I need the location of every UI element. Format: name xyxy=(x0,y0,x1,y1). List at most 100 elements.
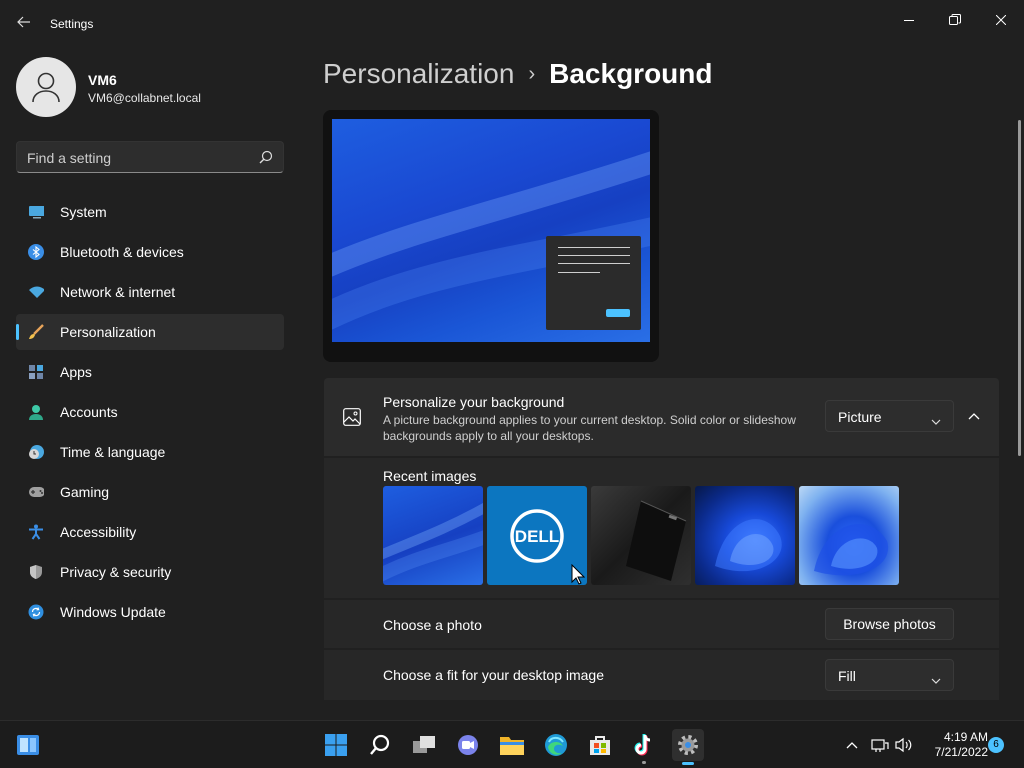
maximize-button[interactable] xyxy=(932,4,978,36)
sidebar-nav: System Bluetooth & devices Network & int… xyxy=(16,194,284,634)
sidebar-item-system[interactable]: System xyxy=(16,194,284,230)
sidebar-item-personalization[interactable]: Personalization xyxy=(16,314,284,350)
accounts-icon xyxy=(28,404,44,420)
preview-wallpaper xyxy=(332,119,650,342)
sidebar-item-label: Personalization xyxy=(60,324,156,340)
accessibility-icon xyxy=(28,524,44,540)
show-hidden-icons-button[interactable] xyxy=(842,735,862,755)
sidebar-item-windows-update[interactable]: Windows Update xyxy=(16,594,284,630)
sidebar-item-label: Apps xyxy=(60,364,92,380)
dell-logo-icon: DELL xyxy=(510,508,564,563)
sidebar-item-time-language[interactable]: Time & language xyxy=(16,434,284,470)
apps-icon xyxy=(28,364,44,380)
back-button[interactable] xyxy=(12,12,36,36)
wifi-icon xyxy=(28,284,44,300)
running-indicator xyxy=(642,761,646,764)
volume-button[interactable] xyxy=(894,735,914,755)
recent-image-dark-laptop[interactable] xyxy=(591,486,691,585)
close-button[interactable] xyxy=(978,4,1024,36)
sidebar-item-label: Network & internet xyxy=(60,284,176,300)
shield-icon xyxy=(28,564,44,580)
chevron-up-icon xyxy=(846,742,858,749)
task-view-button[interactable] xyxy=(408,729,440,761)
minimize-button[interactable] xyxy=(886,4,932,36)
recent-image-bloom-dark[interactable] xyxy=(695,486,795,585)
background-type-dropdown[interactable]: Picture xyxy=(825,400,954,432)
background-settings-header[interactable]: Personalize your background A picture ba… xyxy=(324,378,999,456)
chat-icon xyxy=(458,735,478,755)
folder-icon xyxy=(500,737,524,755)
app-title: Settings xyxy=(50,17,94,31)
sidebar-item-label: Time & language xyxy=(60,444,166,460)
user-name: VM6 xyxy=(88,72,117,88)
taskbar-settings-widget[interactable] xyxy=(12,729,44,761)
fit-dropdown[interactable]: Fill xyxy=(825,659,954,691)
recent-image-blue-waves[interactable] xyxy=(383,486,483,585)
setting-description: A picture background applies to your cur… xyxy=(383,413,796,443)
search-icon xyxy=(370,734,390,755)
search-input[interactable] xyxy=(27,148,247,168)
setting-title: Personalize your background xyxy=(383,394,565,410)
fit-label: Choose a fit for your desktop image xyxy=(383,667,605,683)
settings-taskbar-button[interactable] xyxy=(672,729,704,765)
scrollbar[interactable] xyxy=(1018,120,1021,456)
choose-photo-label: Choose a photo xyxy=(383,617,482,633)
store-button[interactable] xyxy=(584,729,616,761)
teams-chat-button[interactable] xyxy=(452,729,484,761)
gear-icon xyxy=(678,735,698,755)
title-bar: Settings xyxy=(0,0,1024,48)
widgets-icon xyxy=(17,735,39,755)
sidebar-item-network[interactable]: Network & internet xyxy=(16,274,284,310)
sidebar-item-accounts[interactable]: Accounts xyxy=(16,394,284,430)
picture-icon xyxy=(343,408,361,431)
sidebar-item-label: Windows Update xyxy=(60,604,166,620)
edge-browser-icon xyxy=(545,734,567,756)
network-status-button[interactable] xyxy=(870,735,890,755)
recent-images-label: Recent images xyxy=(383,468,477,484)
preview-line xyxy=(558,255,630,256)
breadcrumb-separator: › xyxy=(528,63,536,85)
preview-line xyxy=(558,247,630,248)
restore-icon xyxy=(949,14,961,25)
taskbar-search-button[interactable] xyxy=(364,729,396,761)
page-title: Background xyxy=(549,58,713,89)
search-box[interactable] xyxy=(16,141,284,173)
minimize-icon xyxy=(904,20,914,21)
sidebar-item-accessibility[interactable]: Accessibility xyxy=(16,514,284,550)
speaker-icon xyxy=(895,737,912,753)
tiktok-icon xyxy=(634,734,651,756)
mouse-cursor xyxy=(571,564,585,585)
collapse-button[interactable] xyxy=(962,404,986,428)
brush-icon xyxy=(28,324,44,340)
clock-globe-icon xyxy=(28,444,44,460)
browse-photos-button[interactable]: Browse photos xyxy=(825,608,954,640)
start-button[interactable] xyxy=(320,729,352,761)
bluetooth-icon xyxy=(28,244,44,260)
recent-images-list: DELL xyxy=(383,486,899,585)
preview-line xyxy=(558,263,630,264)
recent-image-bloom-light[interactable] xyxy=(799,486,899,585)
sidebar-item-apps[interactable]: Apps xyxy=(16,354,284,390)
edge-button[interactable] xyxy=(540,729,572,761)
tiktok-button[interactable] xyxy=(628,729,660,764)
update-icon xyxy=(28,604,44,620)
windows-logo-icon xyxy=(325,734,347,756)
chevron-down-icon xyxy=(931,412,941,430)
avatar[interactable] xyxy=(16,57,76,117)
preview-window xyxy=(546,236,641,330)
sidebar-item-privacy[interactable]: Privacy & security xyxy=(16,554,284,590)
close-icon xyxy=(996,15,1006,25)
task-view-icon xyxy=(413,736,435,753)
gamepad-icon xyxy=(28,484,44,500)
sidebar-item-label: Gaming xyxy=(60,484,110,500)
active-indicator xyxy=(682,762,694,765)
notification-badge[interactable]: 6 xyxy=(988,737,1004,753)
breadcrumb-parent[interactable]: Personalization xyxy=(323,58,514,89)
taskbar-clock[interactable]: 4:19 AM 7/21/2022 xyxy=(920,730,988,760)
user-email: VM6@collabnet.local xyxy=(88,91,201,105)
breadcrumb: Personalization › Background xyxy=(323,58,712,90)
file-explorer-button[interactable] xyxy=(496,729,528,761)
sidebar-item-gaming[interactable]: Gaming xyxy=(16,474,284,510)
user-icon xyxy=(32,72,60,103)
sidebar-item-bluetooth[interactable]: Bluetooth & devices xyxy=(16,234,284,270)
